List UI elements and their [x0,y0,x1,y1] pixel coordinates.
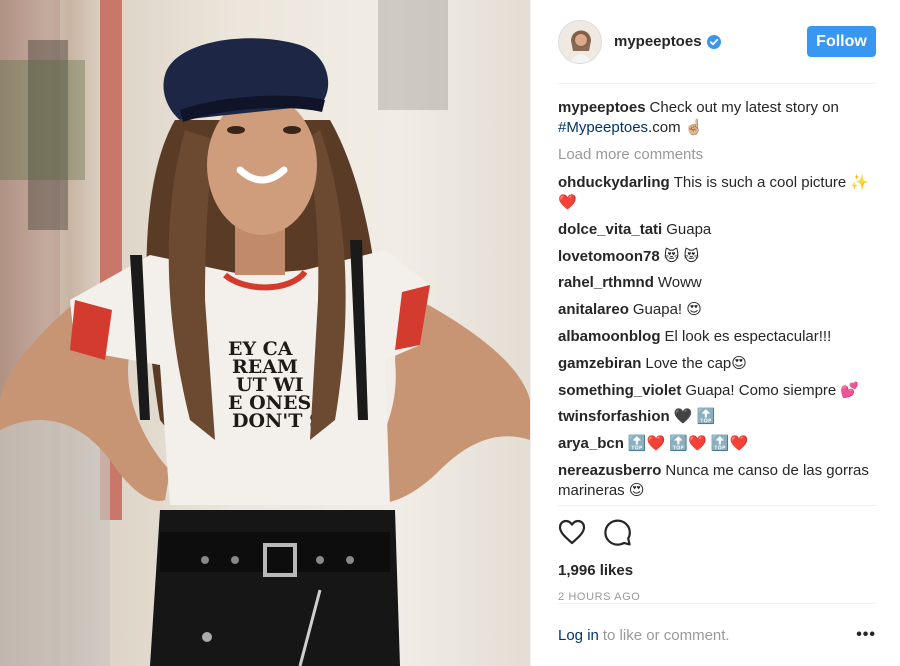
likes-count[interactable]: 1,996 likes [558,562,876,579]
comment-username[interactable]: anitalareo [558,301,629,318]
comment-item: anitalareo Guapa! 😍 [558,300,876,320]
comment-text: Woww [657,274,702,292]
comment-text: Guapa [666,220,712,238]
heart-icon[interactable] [558,519,586,545]
comment-text: Guapa! Como siempre 💕 [685,381,860,399]
comment-username[interactable]: twinsforfashion [558,408,670,425]
post-actions: 1,996 likes 2 HOURS AGO [558,505,876,603]
comment-text: 😻 😻 [663,247,700,265]
comment-item: arya_bcn 🔝❤️ 🔝❤️ 🔝❤️ [558,434,876,454]
comment-text: El look es espectacular!!! [664,327,832,345]
action-icons [558,518,876,546]
login-bar: Log in to like or comment. ••• [558,603,876,666]
comment-item: lovetomoon78 😻 😻 [558,247,876,267]
comment-username[interactable]: rahel_rthmnd [558,274,654,291]
avatar-image [559,20,601,63]
login-link[interactable]: Log in [558,627,599,644]
comment-icon[interactable] [604,519,631,546]
comment-item: albamoonblog El look es espectacular!!! [558,327,876,347]
caption-text: Check out my latest story on [649,99,839,116]
comment-text: Love the cap😍 [645,354,747,372]
load-more-comments-link[interactable]: Load more comments [558,145,876,165]
comment-item: nereazusberro Nunca me canso de las gorra… [558,461,876,501]
author-username[interactable]: mypeeptoes [614,33,702,50]
comment-item: dolce_vita_tati Guapa [558,220,876,240]
comment-username[interactable]: lovetomoon78 [558,248,660,265]
comment-username[interactable]: something_violet [558,382,681,399]
caption: mypeeptoes Check out my latest story on #… [558,98,876,138]
comment-text: 🖤 🔝 [673,408,716,426]
comments-list: mypeeptoes Check out my latest story on #… [558,84,876,504]
login-prompt-text: to like or comment. [602,626,730,644]
comment-item: rahel_rthmnd Woww [558,273,876,293]
verified-badge-icon [706,34,721,49]
shirt-print-line: DON'T S [232,410,323,432]
comment-item: twinsforfashion 🖤 🔝 [558,407,876,427]
photo-illustration: EY CA REAM UT WI E ONES DON'T S [0,0,530,666]
caption-hashtag[interactable]: #Mypeeptoes [558,119,648,136]
caption-text-end: .com ☝🏼 [648,119,704,136]
avatar[interactable] [558,19,602,64]
comment-username[interactable]: arya_bcn [558,435,624,452]
comment-username[interactable]: albamoonblog [558,328,661,345]
comment-item: gamzebiran Love the cap😍 [558,354,876,374]
comment-username[interactable]: gamzebiran [558,355,641,372]
comment-item: ohduckydarling This is such a cool pictur… [558,173,876,213]
follow-button[interactable]: Follow [807,26,876,57]
caption-username[interactable]: mypeeptoes [558,99,646,116]
comment-username[interactable]: nereazusberro [558,462,661,479]
post-timestamp: 2 HOURS AGO [558,591,641,603]
comment-text: 🔝❤️ 🔝❤️ 🔝❤️ [627,435,749,453]
post-header: mypeeptoes Follow [558,0,876,84]
comment-username[interactable]: dolce_vita_tati [558,221,662,238]
post-photo[interactable]: EY CA REAM UT WI E ONES DON'T S [0,0,530,666]
instagram-post: EY CA REAM UT WI E ONES DON'T S mypeepto… [0,0,900,666]
more-options-icon[interactable]: ••• [856,626,876,644]
comment-item: something_violet Guapa! Como siempre 💕 [558,381,876,401]
comment-text: Guapa! 😍 [632,301,702,319]
comment-username[interactable]: ohduckydarling [558,174,670,191]
post-side-panel: mypeeptoes Follow mypeeptoes Check out my… [530,0,900,666]
